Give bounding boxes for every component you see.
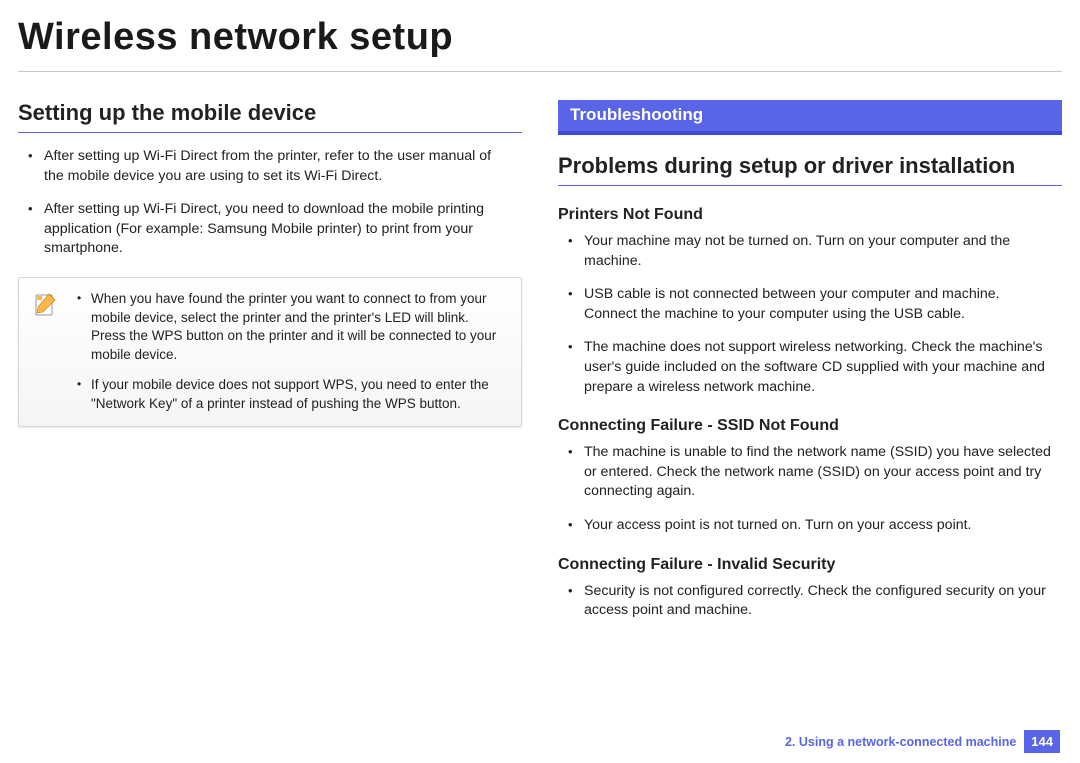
page-footer: 2. Using a network-connected machine 144 (785, 730, 1060, 753)
note-box: When you have found the printer you want… (18, 277, 522, 427)
two-column-layout: Setting up the mobile device After setti… (18, 100, 1062, 635)
page-title: Wireless network setup (18, 10, 1062, 69)
list-item: USB cable is not connected between your … (560, 285, 1054, 324)
heading-rule-right (558, 185, 1062, 186)
footer-chapter: 2. Using a network-connected machine (785, 735, 1016, 749)
list-item: Security is not configured correctly. Ch… (560, 582, 1054, 621)
page-number: 144 (1024, 730, 1060, 753)
left-column: Setting up the mobile device After setti… (18, 100, 522, 635)
list-item: Your access point is not turned on. Turn… (560, 516, 1054, 536)
subheading-ssid-not-found: Connecting Failure - SSID Not Found (558, 417, 1062, 435)
list-item: Your machine may not be turned on. Turn … (560, 232, 1054, 271)
list-item: After setting up Wi-Fi Direct, you need … (20, 200, 514, 259)
note-list: When you have found the printer you want… (73, 290, 505, 414)
printers-not-found-list: Your machine may not be turned on. Turn … (558, 232, 1062, 397)
heading-rule-left (18, 132, 522, 133)
list-item: After setting up Wi-Fi Direct from the p… (20, 147, 514, 186)
list-item: The machine does not support wireless ne… (560, 338, 1054, 397)
subheading-invalid-security: Connecting Failure - Invalid Security (558, 556, 1062, 574)
troubleshooting-bar: Troubleshooting (558, 100, 1062, 135)
list-item: The machine is unable to find the networ… (560, 443, 1054, 502)
list-item: If your mobile device does not support W… (73, 376, 505, 413)
ssid-not-found-list: The machine is unable to find the networ… (558, 443, 1062, 535)
mobile-setup-list: After setting up Wi-Fi Direct from the p… (18, 147, 522, 259)
list-item: When you have found the printer you want… (73, 290, 505, 365)
right-column: Troubleshooting Problems during setup or… (558, 100, 1062, 635)
subheading-printers-not-found: Printers Not Found (558, 206, 1062, 224)
note-icon (31, 292, 59, 320)
heading-problems: Problems during setup or driver installa… (558, 153, 1062, 179)
heading-mobile-setup: Setting up the mobile device (18, 100, 522, 126)
invalid-security-list: Security is not configured correctly. Ch… (558, 582, 1062, 621)
title-rule (18, 71, 1062, 72)
